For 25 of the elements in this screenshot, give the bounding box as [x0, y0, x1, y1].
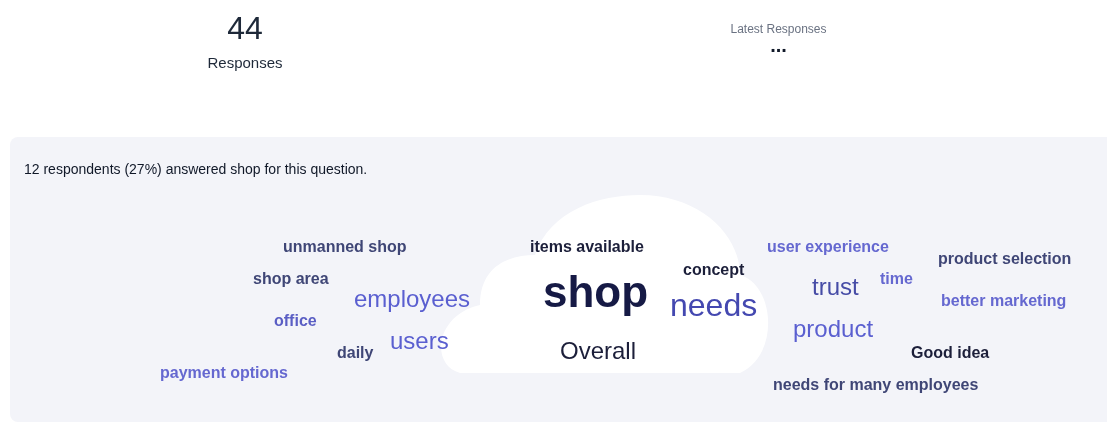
cloud-word: unmanned shop	[283, 239, 407, 255]
latest-responses-label: Latest Responses	[730, 21, 827, 38]
cloud-word: needs for many employees	[773, 377, 979, 393]
cloud-word: employees	[354, 287, 471, 311]
cloud-word: better marketing	[941, 293, 1067, 309]
cloud-word: users	[390, 329, 449, 353]
cloud-word: daily	[337, 345, 374, 361]
summary-text: 12 respondents (27%) answered shop for this question.	[24, 161, 368, 177]
cloud-word: shop area	[253, 271, 329, 287]
cloud-word: office	[274, 313, 317, 329]
cloud-word: shop	[543, 270, 649, 314]
cloud-word: payment options	[160, 365, 288, 381]
cloud-word: Good idea	[911, 345, 990, 361]
cloud-word: trust	[812, 275, 859, 299]
more-indicator: ...	[770, 38, 787, 52]
cloud-word: concept	[683, 262, 745, 278]
cloud-word: needs	[670, 289, 758, 321]
cloud-word: time	[880, 271, 913, 287]
cloud-word: items available	[530, 239, 644, 255]
cloud-word: product	[793, 317, 874, 341]
stat-value: 44	[227, 9, 263, 48]
stat-label: Responses	[207, 53, 283, 73]
cloud-word: user experience	[767, 239, 889, 255]
cloud-word: Overall	[560, 339, 637, 363]
cloud-word: product selection	[938, 251, 1072, 267]
